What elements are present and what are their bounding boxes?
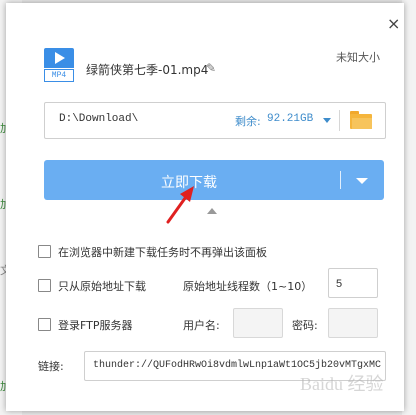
dropdown-arrow-icon[interactable] [356, 178, 368, 184]
mp4-file-icon: MP4 [44, 48, 74, 82]
divider [340, 171, 341, 189]
chevron-down-icon[interactable] [323, 118, 331, 123]
download-dialog: × MP4 绿箭侠第七季-01.mp4 ✎ 未知大小 D:\Download\ … [6, 3, 404, 411]
file-ext-label: MP4 [44, 69, 74, 82]
red-annotation-arrow-icon [166, 186, 194, 224]
threads-input[interactable]: 5 [328, 268, 378, 298]
username-input[interactable] [233, 308, 283, 338]
close-icon[interactable]: × [387, 14, 400, 33]
password-label: 密码: [292, 319, 318, 332]
threads-label: 原始地址线程数（1~10） [183, 280, 313, 293]
collapse-options-icon[interactable] [207, 208, 217, 214]
origin-only-label: 只从原始地址下载 [58, 280, 146, 293]
link-label: 链接: [38, 360, 64, 373]
save-path-field[interactable]: D:\Download\ 剩余: 92.21GB [44, 102, 386, 139]
edit-icon[interactable]: ✎ [206, 61, 216, 75]
ftp-login-label: 登录FTP服务器 [58, 319, 133, 332]
username-label: 用户名: [183, 319, 220, 332]
play-icon [55, 52, 65, 64]
download-now-button[interactable]: 立即下载 [44, 160, 384, 200]
password-input[interactable] [328, 308, 378, 338]
file-size-label: 未知大小 [336, 51, 380, 64]
background-right-panel [402, 0, 416, 415]
folder-icon[interactable] [350, 111, 372, 129]
no-popup-checkbox[interactable] [38, 245, 51, 258]
save-path-value[interactable]: D:\Download\ [59, 113, 138, 125]
watermark: Baidu 经验 [300, 374, 384, 394]
threads-value: 5 [336, 278, 343, 290]
free-space-label: 剩余: [235, 115, 261, 128]
file-name: 绿箭侠第七季-01.mp4 [86, 63, 209, 77]
free-space-value: 92.21GB [267, 113, 314, 125]
ftp-login-checkbox[interactable] [38, 318, 51, 331]
no-popup-label: 在浏览器中新建下载任务时不再弹出该面板 [58, 246, 267, 259]
origin-only-checkbox[interactable] [38, 279, 51, 292]
divider [339, 110, 340, 131]
